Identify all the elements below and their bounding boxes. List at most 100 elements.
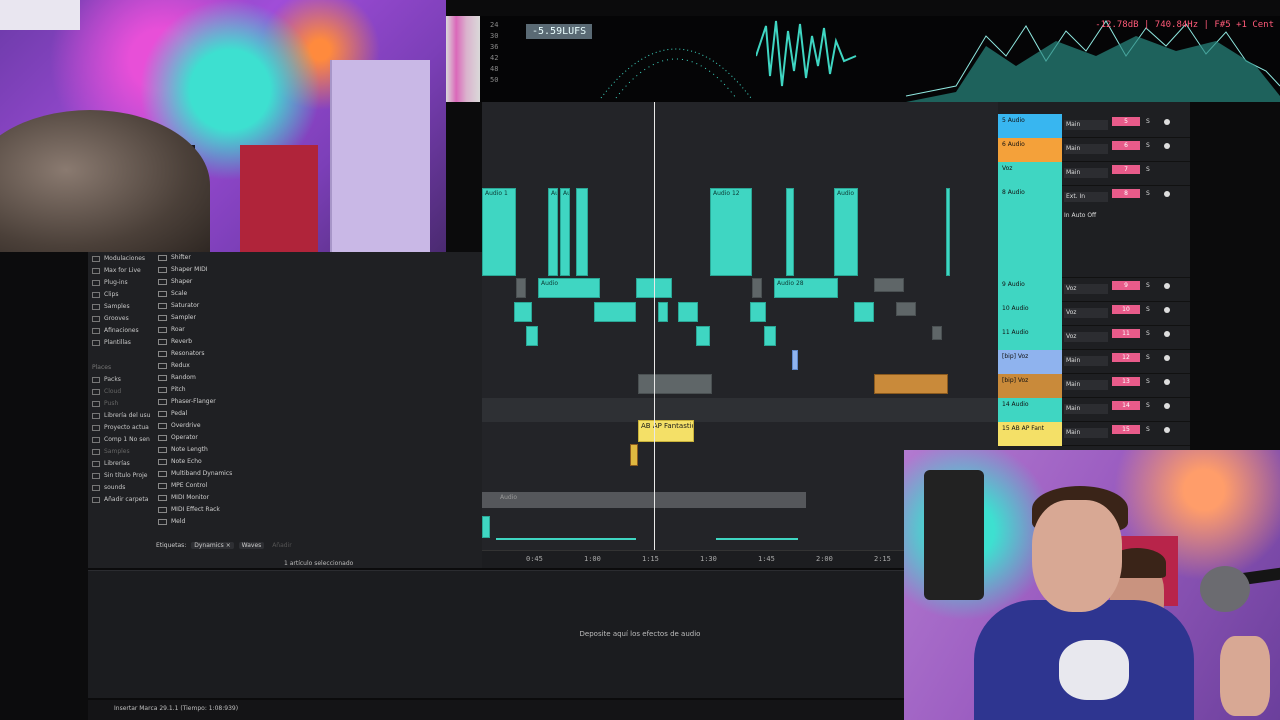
monitor-switch[interactable]: In Auto Off [1064, 212, 1096, 219]
category-afinaciones[interactable]: Afinaciones [92, 327, 139, 334]
track-name[interactable]: Voz [998, 162, 1062, 186]
place-item[interactable]: Samples [92, 448, 130, 455]
audio-clip[interactable] [514, 302, 532, 322]
place-item[interactable]: Sin título Proje [92, 472, 147, 479]
input-select[interactable]: Ext. In [1064, 192, 1108, 202]
device-item[interactable]: Resonators [158, 350, 204, 357]
output-select[interactable]: Voz [1064, 332, 1108, 342]
audio-clip[interactable] [576, 188, 588, 276]
output-select[interactable]: Main [1064, 168, 1108, 178]
place-item[interactable]: Librerías [92, 460, 130, 467]
device-item[interactable]: Multiband Dynamics [158, 470, 232, 477]
place-item[interactable]: Librería del usu [92, 412, 150, 419]
output-select[interactable]: Main [1064, 428, 1108, 438]
place-item[interactable]: Push [92, 400, 118, 407]
solo-button[interactable]: S [1146, 166, 1150, 173]
track-name[interactable]: [bip] Voz [998, 374, 1062, 398]
mixer-track-row[interactable]: [bip] Voz Main 12 S [998, 350, 1190, 374]
arm-button[interactable] [1164, 191, 1170, 197]
place-item[interactable]: Comp 1 No sen [92, 436, 150, 443]
audio-clip[interactable]: Audio 28 [774, 278, 838, 298]
solo-button[interactable]: S [1146, 282, 1150, 289]
solo-button[interactable]: S [1146, 354, 1150, 361]
track-activator[interactable]: 11 [1112, 329, 1140, 338]
output-select[interactable]: Main [1064, 380, 1108, 390]
track-activator[interactable]: 10 [1112, 305, 1140, 314]
arm-button[interactable] [1164, 427, 1170, 433]
category-max-for-live[interactable]: Max for Live [92, 267, 141, 274]
device-item[interactable]: Reverb [158, 338, 192, 345]
audio-clip[interactable]: Au [548, 188, 558, 276]
solo-button[interactable]: S [1146, 142, 1150, 149]
place-item[interactable]: Packs [92, 376, 121, 383]
track-name[interactable]: 10 Audio [998, 302, 1062, 326]
device-item[interactable]: Saturator [158, 302, 199, 309]
audio-clip[interactable] [750, 302, 766, 322]
device-item[interactable]: Sampler [158, 314, 196, 321]
mixer-track-row[interactable]: 5 Audio Main 5 S [998, 114, 1190, 138]
track-activator[interactable]: 15 [1112, 425, 1140, 434]
audio-clip[interactable] [516, 278, 526, 298]
audio-clip[interactable]: Audio 12 [710, 188, 752, 276]
category-grooves[interactable]: Grooves [92, 315, 129, 322]
arm-button[interactable] [1164, 283, 1170, 289]
track-activator[interactable]: 12 [1112, 353, 1140, 362]
device-item[interactable]: Scale [158, 290, 187, 297]
solo-button[interactable]: S [1146, 190, 1150, 197]
output-select[interactable]: Main [1064, 404, 1108, 414]
audio-clip[interactable] [786, 188, 794, 276]
add-folder-button[interactable]: Añadir carpeta [92, 496, 148, 503]
mixer-track-row[interactable]: 14 Audio Main 14 S [998, 398, 1190, 422]
category-samples[interactable]: Samples [92, 303, 130, 310]
solo-button[interactable]: S [1146, 426, 1150, 433]
output-select[interactable]: Voz [1064, 284, 1108, 294]
track-lane-empty[interactable] [482, 398, 998, 422]
audio-clip[interactable] [638, 374, 712, 394]
track-activator[interactable]: 8 [1112, 189, 1140, 198]
device-item[interactable]: MIDI Effect Rack [158, 506, 220, 513]
place-item[interactable]: Cloud [92, 388, 121, 395]
add-tag-button[interactable]: Añadir [272, 542, 292, 549]
track-activator[interactable]: 9 [1112, 281, 1140, 290]
audio-clip[interactable]: Audio [834, 188, 858, 276]
mixer-track-row[interactable]: 8 Audio Ext. In 8 S In Auto Off [998, 186, 1190, 278]
audio-clip[interactable] [594, 302, 636, 322]
playhead[interactable] [654, 102, 655, 568]
audio-clip[interactable] [678, 302, 698, 322]
tag-dynamics[interactable]: Dynamics × [191, 542, 234, 549]
arm-button[interactable] [1164, 403, 1170, 409]
place-item[interactable]: Proyecto actua [92, 424, 149, 431]
track-activator[interactable]: 6 [1112, 141, 1140, 150]
category-clips[interactable]: Clips [92, 291, 118, 298]
category-modulaciones[interactable]: Modulaciones [92, 255, 145, 262]
device-item[interactable]: Shaper MIDI [158, 266, 208, 273]
track-activator[interactable]: 7 [1112, 165, 1140, 174]
audio-clip[interactable] [792, 350, 798, 370]
device-item[interactable]: Redux [158, 362, 190, 369]
arm-button[interactable] [1164, 307, 1170, 313]
device-item[interactable]: Operator [158, 434, 198, 441]
mixer-track-row[interactable]: 11 Audio Voz 11 S [998, 326, 1190, 350]
arm-button[interactable] [1164, 119, 1170, 125]
device-item[interactable]: Note Echo [158, 458, 202, 465]
audio-clip[interactable]: Audio 1 [482, 188, 516, 276]
track-name[interactable]: 15 AB AP Fant [998, 422, 1062, 446]
audio-clip[interactable] [630, 444, 638, 466]
device-item[interactable]: Shifter [158, 254, 191, 261]
audio-clip[interactable] [696, 326, 710, 346]
audio-clip[interactable]: Au [560, 188, 570, 276]
device-item[interactable]: Meld [158, 518, 185, 525]
mixer-track-row[interactable]: [bip] Voz Main 13 S [998, 374, 1190, 398]
device-item[interactable]: Note Length [158, 446, 208, 453]
device-item[interactable]: MIDI Monitor [158, 494, 209, 501]
solo-button[interactable]: S [1146, 330, 1150, 337]
audio-clip[interactable] [932, 326, 942, 340]
audio-clip[interactable] [526, 326, 538, 346]
device-item[interactable]: Roar [158, 326, 185, 333]
arm-button[interactable] [1164, 143, 1170, 149]
device-item[interactable]: Overdrive [158, 422, 201, 429]
category-plugins[interactable]: Plug-ins [92, 279, 128, 286]
audio-track-row[interactable]: Audio [482, 492, 806, 508]
track-activator[interactable]: 13 [1112, 377, 1140, 386]
mixer-track-row[interactable]: 10 Audio Voz 10 S [998, 302, 1190, 326]
